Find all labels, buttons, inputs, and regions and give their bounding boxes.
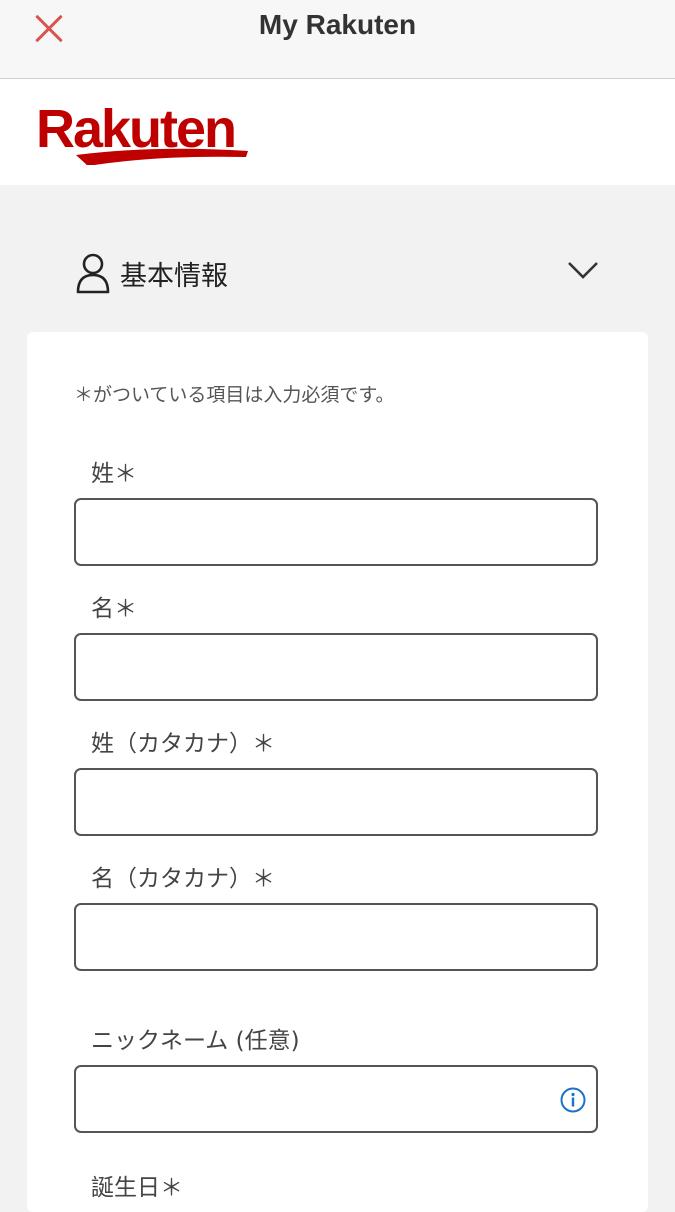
last-name-input[interactable] (74, 498, 598, 566)
section-title: 基本情報 (120, 261, 228, 292)
last-name-label: 姓＊ (91, 461, 137, 487)
basic-info-card: ＊がついている項目は入力必須です。 姓＊ 名＊ 姓（カタカナ）＊ 名（カタカナ）… (27, 332, 648, 1212)
first-name-input[interactable] (74, 633, 598, 701)
top-bar: My Rakuten (0, 0, 675, 79)
last-name-kana-label: 姓（カタカナ）＊ (91, 731, 275, 757)
first-name-label: 名＊ (91, 596, 137, 622)
first-name-kana-input[interactable] (74, 903, 598, 971)
last-name-kana-input[interactable] (74, 768, 598, 836)
required-note: ＊がついている項目は入力必須です。 (74, 384, 395, 406)
nickname-label: ニックネーム (任意) (91, 1028, 300, 1054)
birthday-label: 誕生日＊ (91, 1175, 183, 1201)
info-icon[interactable] (560, 1087, 586, 1113)
chevron-down-icon[interactable] (566, 259, 600, 281)
user-icon (76, 253, 110, 294)
section-header-basic-info[interactable]: 基本情報 (0, 232, 675, 312)
nickname-input[interactable] (74, 1065, 598, 1133)
logo-bar: Rakuten (0, 79, 675, 185)
page-title: My Rakuten (258, 9, 417, 40)
rakuten-logo: Rakuten (36, 99, 248, 165)
first-name-kana-label: 名（カタカナ）＊ (91, 866, 275, 892)
